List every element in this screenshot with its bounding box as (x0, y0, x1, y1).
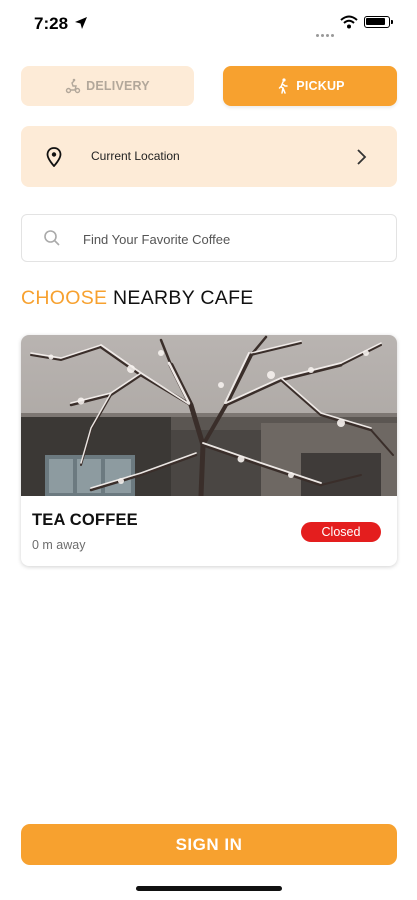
status-badge: Closed (301, 522, 381, 542)
section-title-rest: NEARBY CAFE (107, 287, 254, 309)
cafe-distance: 0 m away (32, 538, 86, 552)
search-icon (44, 230, 60, 246)
status-time: 7:28 (34, 14, 69, 33)
location-arrow-icon (75, 17, 87, 29)
delivery-tab-label: DELIVERY (86, 79, 150, 93)
cafe-name: TEA COFFEE (32, 511, 138, 529)
cafe-photo (21, 335, 397, 496)
search-box[interactable] (21, 214, 397, 262)
chevron-right-icon (357, 149, 367, 165)
map-pin-icon (46, 147, 62, 167)
status-bar: 7:28 (0, 0, 417, 46)
scooter-icon (65, 78, 81, 94)
search-input[interactable] (83, 227, 373, 251)
pickup-tab[interactable]: PICKUP (223, 66, 397, 106)
current-location-label: Current Location (91, 149, 180, 163)
sign-in-button[interactable]: SIGN IN (21, 824, 397, 865)
section-title-accent: CHOOSE (21, 287, 108, 309)
wifi-icon (340, 15, 358, 29)
cafe-card[interactable]: TEA COFFEE 0 m away Closed (21, 335, 397, 566)
home-indicator (136, 886, 282, 891)
section-title: CHOOSE NEARBY CAFE (21, 287, 254, 310)
battery-icon (364, 16, 393, 28)
walking-icon (275, 78, 291, 94)
signal-icon (316, 24, 336, 42)
pickup-tab-label: PICKUP (296, 79, 345, 93)
current-location-selector[interactable]: Current Location (21, 126, 397, 187)
delivery-tab[interactable]: DELIVERY (21, 66, 194, 106)
